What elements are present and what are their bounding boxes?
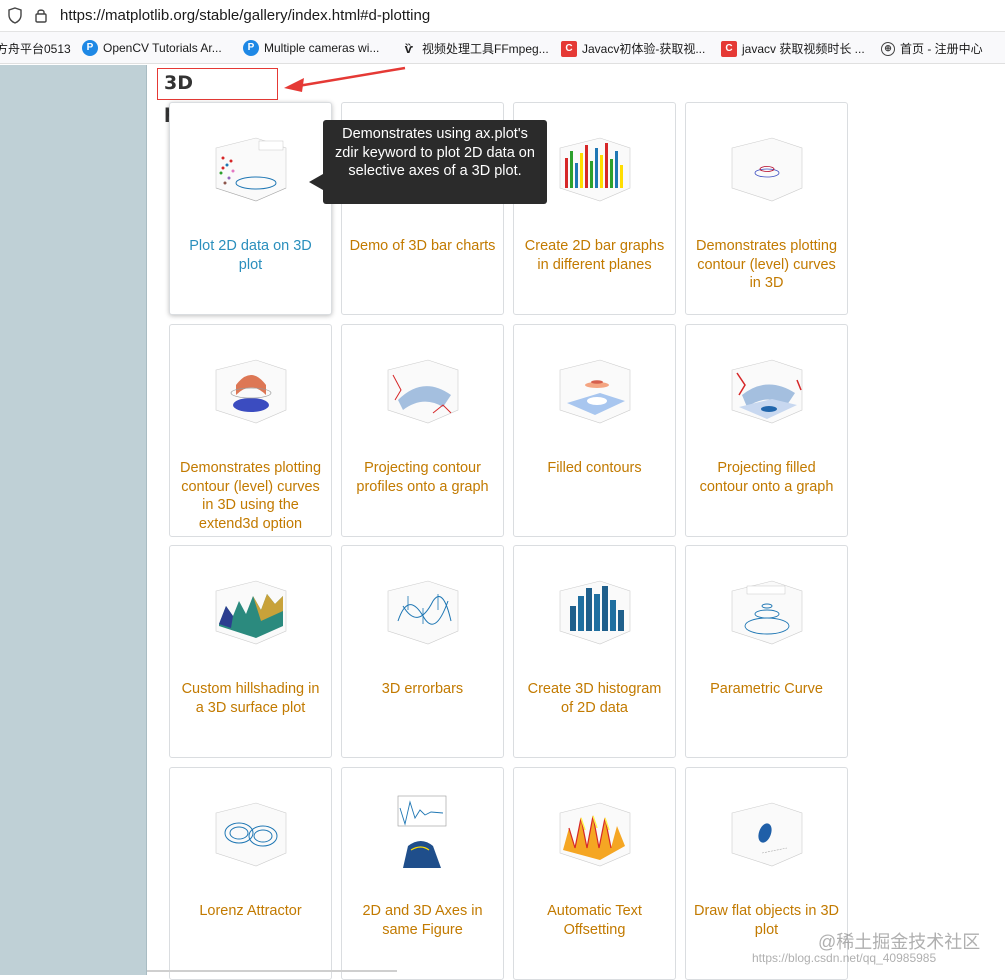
bookmark-item[interactable]: C javacv 获取视频时长 ... (721, 40, 865, 57)
gallery-card-label[interactable]: Create 2D bar graphs in different planes (520, 237, 669, 274)
gallery-card-label[interactable]: Plot 2D data on 3D plot (176, 237, 325, 274)
gallery-card[interactable]: Projecting filled contour onto a graph (685, 324, 848, 537)
lock-icon[interactable] (34, 7, 48, 24)
bookmark-label: Javacv初体验-获取视... (582, 42, 706, 56)
bookmark-label: 方舟平台0513 (0, 42, 71, 56)
bookmark-label: 视频处理工具FFmpeg... (422, 42, 549, 56)
flat-objects-thumbnail (731, 802, 803, 867)
gallery-card-label[interactable]: Automatic Text Offsetting (520, 902, 669, 939)
gallery-card[interactable]: Projecting contour profiles onto a graph (341, 324, 504, 537)
gallery-card[interactable]: Plot 2D data on 3D plot (169, 102, 332, 315)
p-logo-icon: P (243, 40, 259, 56)
gallery-card[interactable]: Create 3D histogram of 2D data (513, 545, 676, 758)
shield-icon[interactable] (8, 7, 22, 24)
scrollbar-hint (147, 970, 397, 972)
gallery-card-label[interactable]: 2D and 3D Axes in same Figure (348, 902, 497, 939)
gallery-card-label[interactable]: 3D errorbars (348, 680, 497, 699)
sidebar (0, 65, 147, 975)
bookmarks-bar: 方舟平台0513 P OpenCV Tutorials Ar... P Mult… (0, 32, 1005, 64)
gallery-card-label[interactable]: Filled contours (520, 459, 669, 478)
bookmark-item[interactable]: ⊕ 首页 - 注册中心 (881, 40, 983, 57)
bookmark-label: 首页 - 注册中心 (900, 42, 983, 56)
gallery-card[interactable]: Filled contours (513, 324, 676, 537)
watermark-url: https://blog.csdn.net/qq_40985985 (752, 951, 937, 965)
gallery-card[interactable]: Custom hillshading in a 3D surface plot (169, 545, 332, 758)
bookmark-label: Multiple cameras wi... (264, 41, 380, 55)
filled-contour-thumbnail (559, 359, 631, 424)
bookmark-label: javacv 获取视频时长 ... (742, 42, 865, 56)
bookmark-label: OpenCV Tutorials Ar... (103, 41, 222, 55)
gallery-card-label[interactable]: Demo of 3D bar charts (348, 237, 497, 256)
annotation-arrow (284, 66, 406, 92)
gallery-card-label[interactable]: Parametric Curve (692, 680, 841, 699)
scatter-3d-thumbnail (215, 137, 287, 202)
address-bar[interactable]: https://matplotlib.org/stable/gallery/in… (0, 0, 1005, 32)
bar-planes-thumbnail (559, 137, 631, 202)
histogram-3d-thumbnail (559, 580, 631, 645)
v-logo-icon: ѷ (404, 40, 414, 56)
section-title: 3D plotting (157, 68, 278, 123)
errorbars-thumbnail (387, 580, 459, 645)
c-logo-icon: C (561, 40, 577, 57)
mixed-axes-thumbnail (397, 795, 447, 868)
projection-filled-thumbnail (731, 359, 803, 424)
text-offset-thumbnail (559, 802, 631, 867)
url-text[interactable]: https://matplotlib.org/stable/gallery/in… (60, 7, 430, 24)
tooltip: Demonstrates using ax.plot's zdir keywor… (323, 120, 547, 204)
gallery-card[interactable]: Demonstrates plotting contour (level) cu… (685, 102, 848, 315)
gallery-card-label[interactable]: Demonstrates plotting contour (level) cu… (176, 459, 325, 533)
gallery-card[interactable]: Demonstrates plotting contour (level) cu… (169, 324, 332, 537)
p-logo-icon: P (82, 40, 98, 56)
parametric-curve-thumbnail (731, 580, 803, 645)
contour-extend-thumbnail (215, 359, 287, 424)
bookmark-item[interactable]: ѷ 视频处理工具FFmpeg... (401, 40, 549, 57)
gallery-card-label[interactable]: Projecting filled contour onto a graph (692, 459, 841, 496)
lorenz-attractor-thumbnail (215, 802, 287, 867)
tooltip-tail (309, 174, 323, 190)
gallery-card-label[interactable]: Demonstrates plotting contour (level) cu… (692, 237, 841, 293)
gallery-card-label[interactable]: Lorenz Attractor (176, 902, 325, 921)
gallery-card[interactable]: 2D and 3D Axes in same Figure (341, 767, 504, 980)
bookmark-item[interactable]: P Multiple cameras wi... (243, 40, 379, 56)
gallery-card-label[interactable]: Create 3D histogram of 2D data (520, 680, 669, 717)
hillshade-thumbnail (215, 580, 287, 645)
gallery-card-label[interactable]: Custom hillshading in a 3D surface plot (176, 680, 325, 717)
bookmark-item[interactable]: P OpenCV Tutorials Ar... (82, 40, 222, 56)
c-logo-icon: C (721, 40, 737, 57)
gallery-card-label[interactable]: Projecting contour profiles onto a graph (348, 459, 497, 496)
gallery-card[interactable]: Parametric Curve (685, 545, 848, 758)
projection-thumbnail (387, 359, 459, 424)
gallery-card[interactable]: Lorenz Attractor (169, 767, 332, 980)
gallery-card[interactable]: 3D errorbars (341, 545, 504, 758)
bookmark-item[interactable]: C Javacv初体验-获取视... (561, 40, 705, 57)
bookmark-item[interactable]: 方舟平台0513 (0, 40, 71, 57)
gallery-card[interactable]: Automatic Text Offsetting (513, 767, 676, 980)
globe-icon: ⊕ (881, 41, 895, 56)
contour-3d-thumbnail (731, 137, 803, 202)
